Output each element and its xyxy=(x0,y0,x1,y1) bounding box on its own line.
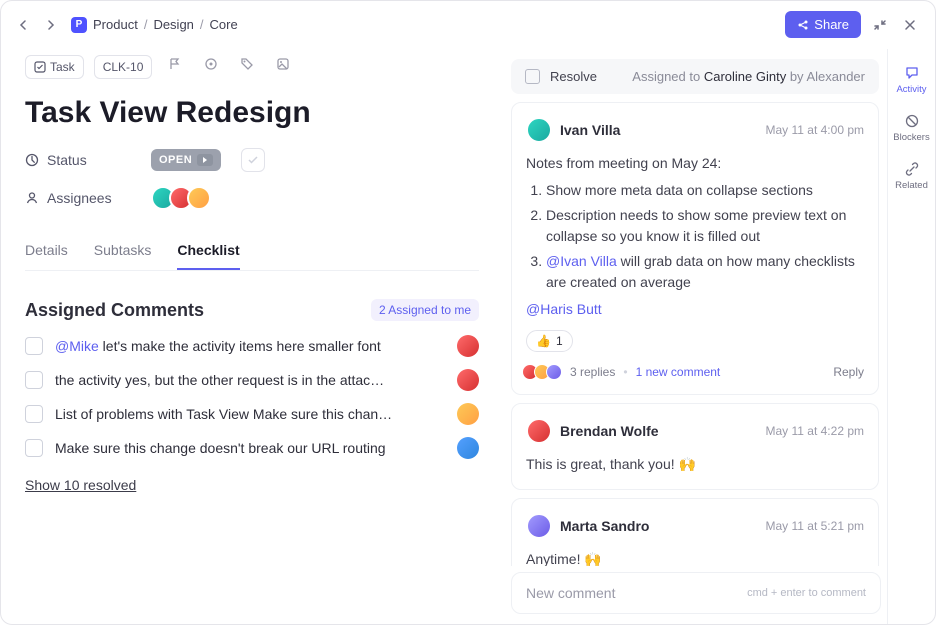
avatar xyxy=(457,335,479,357)
comment-composer[interactable]: New comment cmd + enter to comment xyxy=(511,572,881,614)
breadcrumb: P Product / Design / Core xyxy=(71,17,238,33)
status-next-icon[interactable] xyxy=(197,154,213,166)
tab-checklist[interactable]: Checklist xyxy=(177,232,239,270)
mention[interactable]: @Haris Butt xyxy=(526,301,602,317)
reply-button[interactable]: Reply xyxy=(833,365,864,379)
avatar xyxy=(526,513,552,539)
list-item: Description needs to show some preview t… xyxy=(546,205,864,247)
comment-row: @Mike let's make the activity items here… xyxy=(25,335,479,357)
comment-thread: Marta Sandro May 11 at 5:21 pm Anytime! … xyxy=(511,498,879,566)
crumb-1[interactable]: Design xyxy=(153,17,193,32)
image-icon[interactable] xyxy=(270,53,296,80)
new-comment-indicator[interactable]: 1 new comment xyxy=(636,365,721,379)
chat-icon xyxy=(904,65,920,81)
collapse-icon[interactable] xyxy=(869,14,891,36)
status-label: Status xyxy=(25,152,137,168)
status-icon xyxy=(25,153,39,167)
project-icon: P xyxy=(71,17,87,33)
assignee-avatars[interactable] xyxy=(151,186,211,210)
checkbox[interactable] xyxy=(25,371,43,389)
comment-line: Notes from meeting on May 24: xyxy=(526,153,864,174)
timestamp: May 11 at 4:22 pm xyxy=(766,424,865,438)
rail-activity[interactable]: Activity xyxy=(896,61,926,99)
timestamp: May 11 at 4:00 pm xyxy=(766,123,865,137)
blocked-icon xyxy=(904,113,920,129)
tab-details[interactable]: Details xyxy=(25,232,68,270)
avatar xyxy=(187,186,211,210)
avatar xyxy=(526,418,552,444)
tag-icon[interactable] xyxy=(234,53,260,80)
author-name: Brendan Wolfe xyxy=(560,423,659,439)
close-icon[interactable] xyxy=(899,14,921,36)
avatar xyxy=(457,369,479,391)
person-icon xyxy=(25,191,39,205)
resolve-bar: Resolve Assigned to Caroline Ginty by Al… xyxy=(511,59,879,94)
crumb-0[interactable]: Product xyxy=(93,17,138,32)
composer-hint: cmd + enter to comment xyxy=(747,587,866,599)
assigned-comments-heading: Assigned Comments xyxy=(25,300,204,321)
rail-related[interactable]: Related xyxy=(895,157,928,195)
comment-thread: Ivan Villa May 11 at 4:00 pm Notes from … xyxy=(511,102,879,395)
avatar xyxy=(457,403,479,425)
share-button[interactable]: Share xyxy=(785,11,861,38)
flag-icon[interactable] xyxy=(162,53,188,80)
status-pill[interactable]: OPEN xyxy=(151,149,221,171)
checkbox[interactable] xyxy=(25,405,43,423)
resolve-label[interactable]: Resolve xyxy=(550,69,597,84)
show-resolved-link[interactable]: Show 10 resolved xyxy=(25,477,136,493)
list-item: Show more meta data on collapse sections xyxy=(546,180,864,201)
checkbox[interactable] xyxy=(25,337,43,355)
comment-text[interactable]: List of problems with Task View Make sur… xyxy=(55,406,445,422)
link-icon xyxy=(904,161,920,177)
avatar xyxy=(546,364,562,380)
reaction-thumbsup[interactable]: 👍 1 xyxy=(526,330,573,352)
tab-subtasks[interactable]: Subtasks xyxy=(94,232,152,270)
comment-thread: Brendan Wolfe May 11 at 4:22 pm This is … xyxy=(511,403,879,490)
author-name: Ivan Villa xyxy=(560,122,620,138)
crumb-2[interactable]: Core xyxy=(210,17,238,32)
timestamp: May 11 at 5:21 pm xyxy=(766,519,865,533)
nav-back[interactable] xyxy=(15,16,33,34)
avatar xyxy=(526,117,552,143)
share-icon xyxy=(797,19,809,31)
list-item: @Ivan Villa will grab data on how many c… xyxy=(546,251,864,293)
target-icon[interactable] xyxy=(198,53,224,80)
comment-row: the activity yes, but the other request … xyxy=(25,369,479,391)
replies-count[interactable]: 3 replies xyxy=(570,365,615,379)
nav-forward[interactable] xyxy=(41,16,59,34)
comment-row: List of problems with Task View Make sur… xyxy=(25,403,479,425)
comment-body: Anytime! 🙌 xyxy=(526,549,864,566)
assignees-label: Assignees xyxy=(25,190,137,206)
checkbox[interactable] xyxy=(25,439,43,457)
task-title: Task View Redesign xyxy=(25,96,479,130)
comment-body: This is great, thank you! 🙌 xyxy=(526,454,864,475)
author-name: Marta Sandro xyxy=(560,518,649,534)
assigned-to-text: Assigned to Caroline Ginty by Alexander xyxy=(632,69,865,84)
assigned-count-badge: 2 Assigned to me xyxy=(371,299,479,321)
comment-text[interactable]: Make sure this change doesn't break our … xyxy=(55,440,445,456)
avatar xyxy=(457,437,479,459)
complete-toggle[interactable] xyxy=(241,148,265,172)
comment-row: Make sure this change doesn't break our … xyxy=(25,437,479,459)
resolve-checkbox[interactable] xyxy=(525,69,540,84)
task-type-chip[interactable]: Task xyxy=(25,55,84,79)
comment-text[interactable]: @Mike let's make the activity items here… xyxy=(55,338,445,354)
rail-blockers[interactable]: Blockers xyxy=(893,109,929,147)
comment-text[interactable]: the activity yes, but the other request … xyxy=(55,372,445,388)
composer-placeholder: New comment xyxy=(526,585,615,601)
checklist-icon xyxy=(34,61,46,73)
task-id-chip[interactable]: CLK-10 xyxy=(94,55,153,79)
